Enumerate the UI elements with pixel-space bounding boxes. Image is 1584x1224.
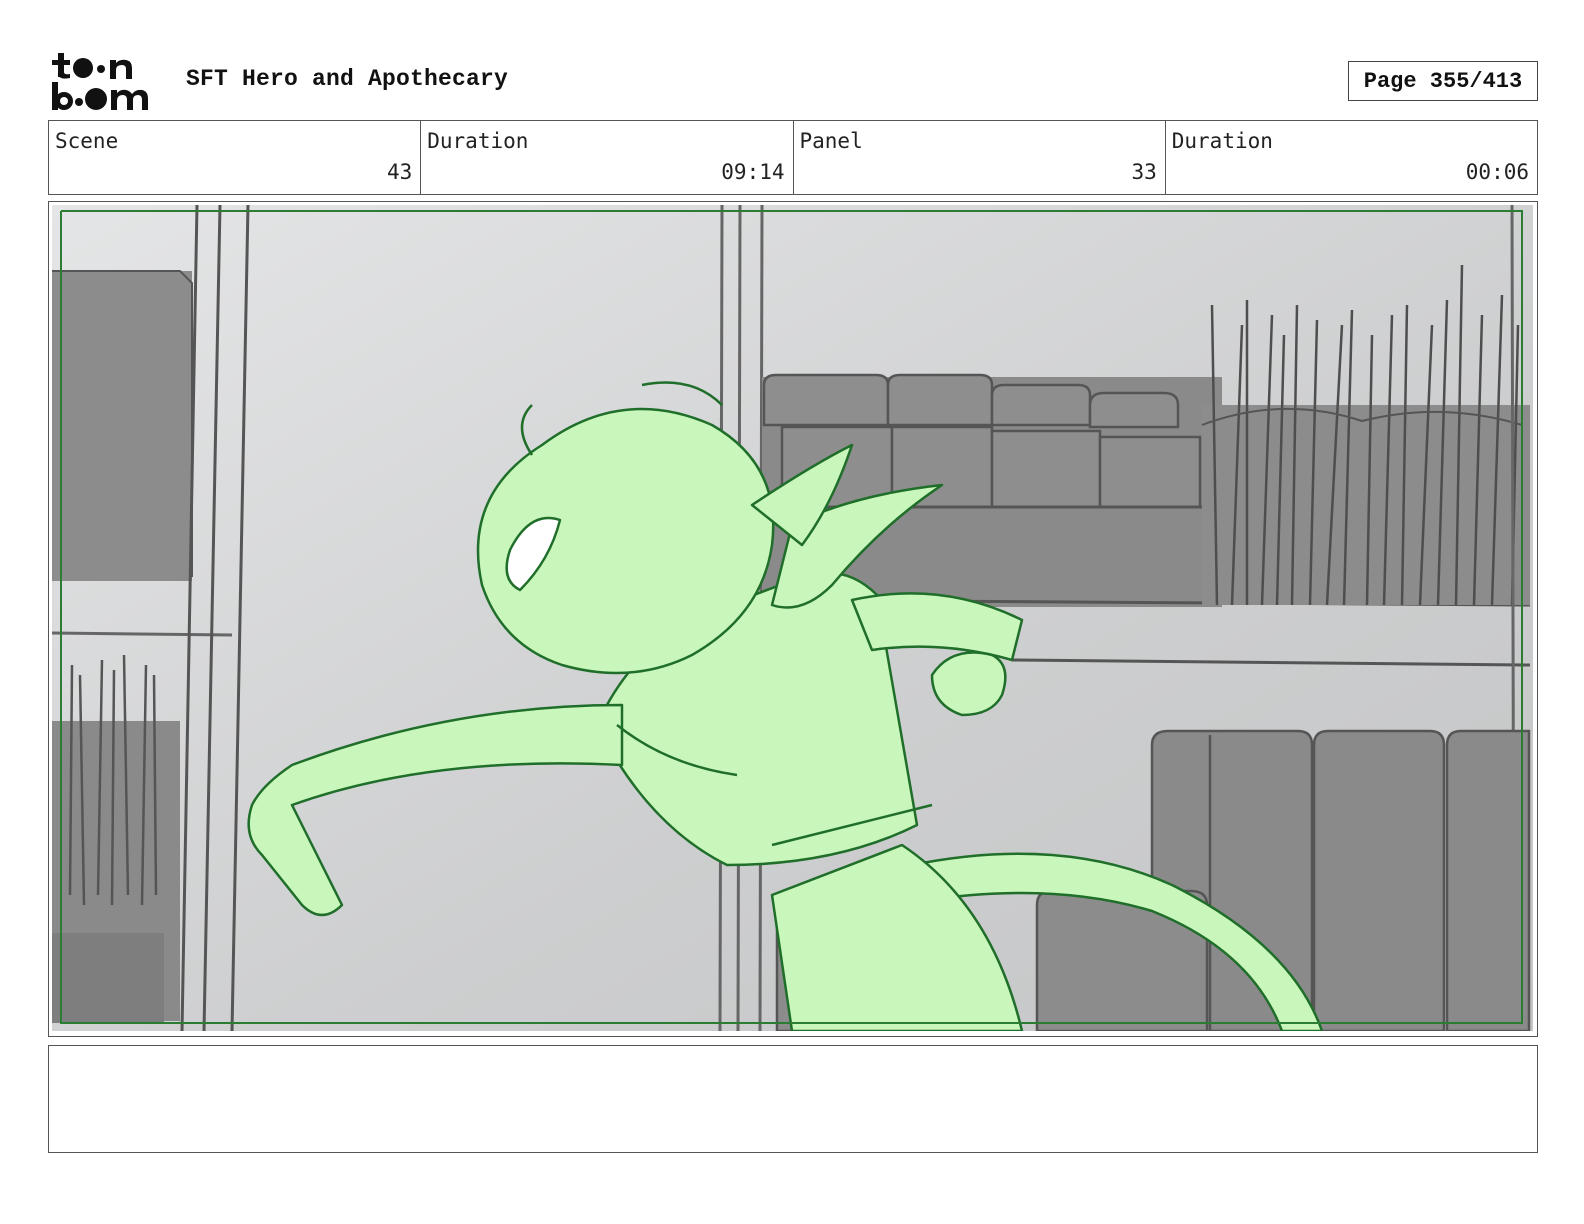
panel-notes-area (48, 1045, 1538, 1153)
page-indicator: Page 355/413 (1348, 61, 1538, 101)
project-title: SFT Hero and Apothecary (186, 66, 509, 92)
panel-label: Panel (799, 129, 863, 153)
scene-duration-value: 09:14 (721, 160, 785, 184)
panel-duration-label: Duration (1171, 129, 1273, 153)
panel-duration-cell: Duration 00:06 (1166, 121, 1537, 194)
panel-drawing (52, 205, 1533, 1031)
scene-duration-label: Duration (427, 129, 529, 153)
toon-boom-logo (48, 48, 166, 114)
scene-cell: Scene 43 (49, 121, 422, 194)
panel-info-bar: Scene 43 Duration 09:14 Panel 33 Duratio… (48, 120, 1538, 195)
storyboard-panel (48, 201, 1538, 1037)
panel-number: 33 (1131, 160, 1157, 184)
panel-cell: Panel 33 (794, 121, 1166, 194)
scene-label: Scene (55, 129, 119, 153)
panel-duration-value: 00:06 (1465, 160, 1529, 184)
scene-number: 43 (386, 160, 413, 184)
scene-duration-cell: Duration 09:14 (421, 121, 794, 194)
